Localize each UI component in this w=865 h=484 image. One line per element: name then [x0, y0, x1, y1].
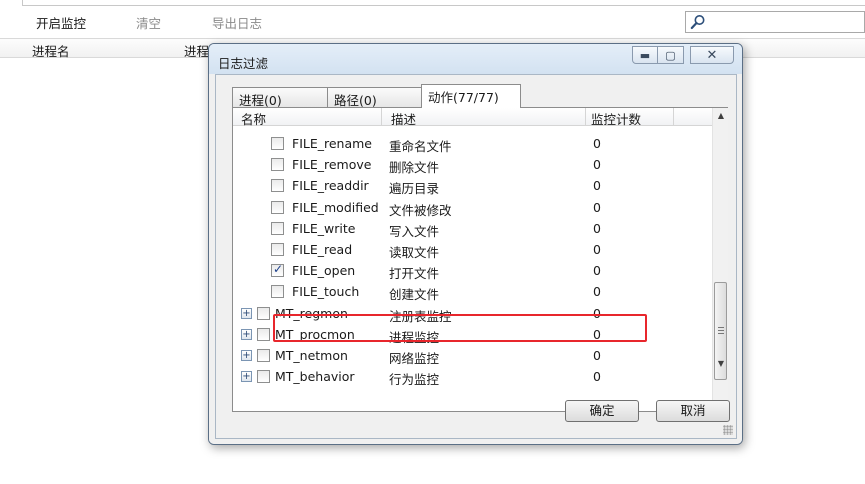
toolbar: 开启监控 清空 导出日志	[0, 8, 865, 36]
list-item[interactable]: FILE_remove 删除文件 0	[233, 155, 712, 176]
expand-icon[interactable]: +	[241, 307, 252, 319]
row-desc: 写入文件	[389, 223, 440, 239]
row-count: 0	[593, 369, 601, 385]
row-desc: 重命名文件	[389, 139, 452, 154]
row-name: FILE_read	[292, 242, 353, 257]
list-item[interactable]: FILE_rename 重命名文件 0	[233, 134, 712, 155]
row-name: FILE_rename	[292, 136, 372, 151]
row-checkbox[interactable]	[257, 370, 270, 384]
list-header: 名称 描述 监控计数	[233, 108, 712, 127]
row-count: 0	[593, 178, 601, 194]
row-checkbox[interactable]	[271, 221, 284, 235]
row-checkbox[interactable]	[257, 306, 270, 320]
highlight-box	[273, 314, 647, 342]
row-checkbox[interactable]	[257, 327, 270, 341]
row-count: 0	[593, 348, 601, 363]
export-log-button[interactable]: 导出日志	[212, 13, 262, 32]
minimize-button[interactable]: ▬	[632, 46, 658, 64]
header-separator	[673, 108, 674, 125]
list-item[interactable]: FILE_modified 文件被修改 0	[233, 198, 712, 219]
list-rows: FILE_rename 重命名文件 0 FILE_remove 删除文件 0 FILE_re…	[233, 126, 712, 411]
dialog-content: 进程(0) 路径(0) 动作(77/77) 名称 描述 监控计数 FILE_re…	[215, 74, 737, 439]
row-count: 0	[593, 284, 601, 300]
row-desc: 打开文件	[389, 266, 440, 282]
close-button[interactable]: ✕	[690, 46, 734, 64]
row-name: FILE_open	[292, 263, 356, 279]
caption-buttons: ▬ ▢ ✕	[632, 46, 734, 66]
minimize-icon: ▬	[639, 48, 651, 62]
row-desc: 遍历目录	[389, 181, 440, 197]
list-item[interactable]: FILE_open 打开文件 0	[233, 261, 712, 282]
row-desc: 文件被修改	[389, 202, 452, 218]
row-desc: 删除文件	[389, 160, 440, 176]
close-icon: ✕	[706, 47, 718, 63]
row-checkbox[interactable]	[271, 137, 284, 150]
row-count: 0	[593, 199, 601, 215]
header-separator	[585, 108, 586, 125]
row-count: 0	[593, 157, 601, 173]
row-desc: 创建文件	[389, 287, 440, 303]
list-item[interactable]: FILE_read 读取文件 0	[233, 240, 712, 261]
search-input[interactable]	[685, 11, 865, 33]
maximize-icon: ▢	[665, 48, 676, 62]
tab-action[interactable]: 动作(77/77)	[421, 84, 521, 108]
ok-button[interactable]: 确定	[565, 400, 639, 422]
column-process-name[interactable]: 进程名	[32, 41, 70, 60]
expand-icon[interactable]: +	[241, 328, 252, 340]
header-separator	[381, 108, 382, 125]
row-checkbox[interactable]	[271, 179, 284, 193]
dialog-title: 日志过滤	[218, 56, 269, 71]
app-window: 开启监控 清空 导出日志 进程名 进程 日志过滤 ▬ ▢ ✕ 进程(0) 路径(…	[0, 0, 865, 484]
tab-process[interactable]: 进程(0)	[232, 87, 328, 108]
row-checkbox[interactable]	[271, 200, 284, 214]
row-name: FILE_modified	[292, 199, 379, 215]
search-icon	[690, 15, 705, 30]
clear-button[interactable]: 清空	[136, 13, 161, 32]
expand-icon[interactable]: +	[241, 371, 252, 383]
action-list: 名称 描述 监控计数 FILE_rename 重命名文件 0 FILE_remove 删…	[232, 107, 728, 412]
row-name: FILE_remove	[292, 157, 372, 173]
scroll-down-arrow-icon[interactable]: ▼	[713, 356, 729, 372]
expand-icon[interactable]: +	[241, 350, 252, 361]
row-count: 0	[593, 263, 601, 279]
row-checkbox[interactable]	[271, 243, 284, 256]
row-desc: 行为监控	[389, 372, 440, 388]
scroll-up-arrow-icon[interactable]: ▲	[713, 108, 729, 124]
list-item[interactable]: + MT_netmon 网络监控 0	[233, 346, 712, 367]
row-desc: 网络监控	[389, 351, 440, 366]
row-name: FILE_touch	[292, 284, 360, 300]
row-count: 0	[593, 136, 601, 151]
row-checkbox[interactable]	[271, 262, 284, 278]
list-item[interactable]: + MT_behavior 行为监控 0	[233, 367, 712, 388]
row-count: 0	[593, 242, 601, 257]
cancel-button[interactable]: 取消	[656, 400, 730, 422]
resize-grip-icon[interactable]	[723, 425, 733, 435]
row-name: FILE_write	[292, 220, 356, 236]
row-name: MT_behavior	[275, 369, 355, 385]
row-checkbox[interactable]	[271, 158, 284, 172]
vertical-scrollbar[interactable]: ▲ ▼	[712, 108, 728, 411]
log-filter-dialog: 日志过滤 ▬ ▢ ✕ 进程(0) 路径(0) 动作(77/77) 名称 描述 监…	[208, 43, 743, 445]
row-count: 0	[593, 220, 601, 236]
column-process-id[interactable]: 进程	[184, 41, 209, 60]
row-name: MT_netmon	[275, 348, 348, 363]
list-item[interactable]: FILE_write 写入文件 0	[233, 219, 712, 240]
row-checkbox[interactable]	[271, 285, 284, 299]
row-desc: 读取文件	[389, 245, 440, 260]
start-monitor-button[interactable]: 开启监控	[36, 13, 86, 32]
row-checkbox[interactable]	[257, 349, 270, 362]
row-name: FILE_readdir	[292, 178, 369, 194]
list-item[interactable]: FILE_touch 创建文件 0	[233, 282, 712, 303]
top-frame-edge	[22, 0, 865, 6]
tab-path[interactable]: 路径(0)	[327, 87, 424, 108]
grip-icon	[718, 327, 724, 334]
maximize-button[interactable]: ▢	[658, 46, 684, 64]
list-item[interactable]: FILE_readdir 遍历目录 0	[233, 176, 712, 197]
